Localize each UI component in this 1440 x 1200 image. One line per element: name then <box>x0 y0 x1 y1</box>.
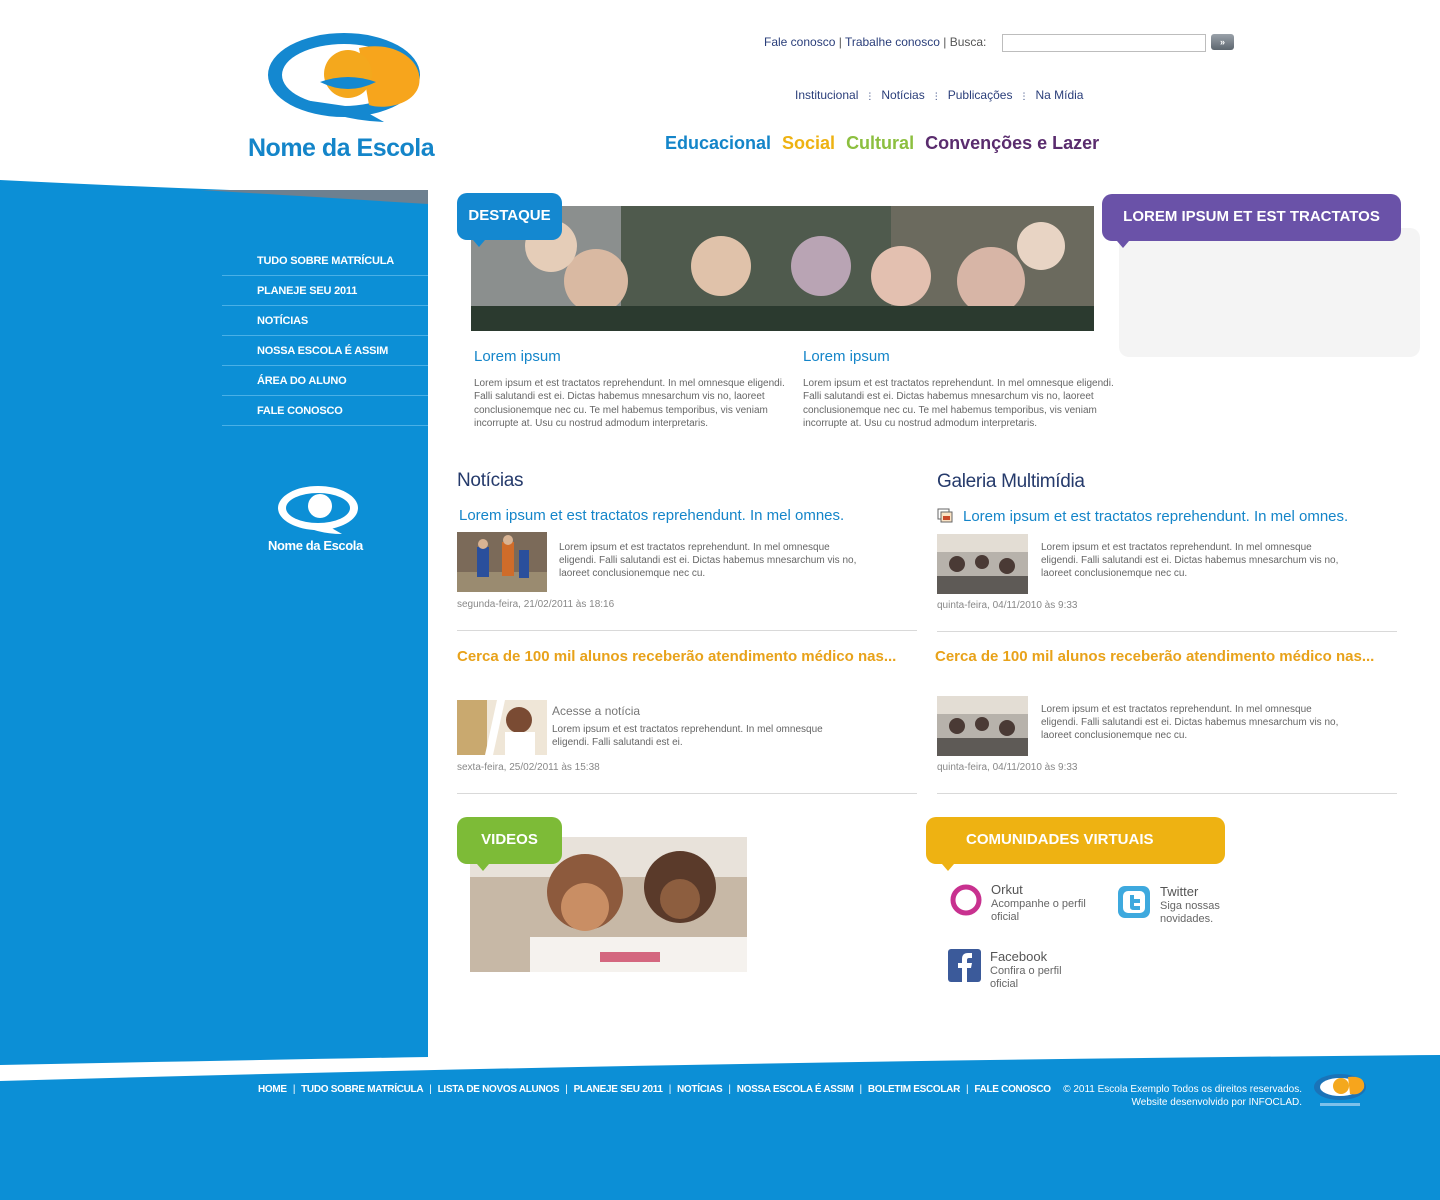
footer-wave-decoration <box>0 1055 1440 1081</box>
footer-link-nossa-escola[interactable]: NOSSA ESCOLA É ASSIM <box>737 1084 854 1095</box>
side-box-tab: LOREM IPSUM ET EST TRACTATOS <box>1102 194 1401 241</box>
galeria-item-2-date: quinta-feira, 04/11/2010 às 9:33 <box>937 762 1078 773</box>
side-content-box <box>1119 228 1420 357</box>
noticias-divider <box>457 630 917 631</box>
destaque-item-1-title[interactable]: Lorem ipsum <box>474 348 561 365</box>
category-cultural[interactable]: Cultural <box>846 133 914 153</box>
copyright: © 2011 Escola Exemplo Todos os direitos … <box>1010 1083 1302 1109</box>
category-convencoes-lazer[interactable]: Convenções e Lazer <box>925 133 1099 153</box>
comunidades-tab-pointer <box>942 864 954 871</box>
fale-conosco-link[interactable]: Fale conosco <box>764 35 835 49</box>
logo-speech-bubble-icon <box>268 33 420 122</box>
nav-separator: ⋮ <box>931 91 941 101</box>
footer-link-matricula[interactable]: TUDO SOBRE MATRÍCULA <box>301 1084 423 1095</box>
footer-link-novos-alunos[interactable]: LISTA DE NOVOS ALUNOS <box>438 1084 560 1095</box>
nav-noticias[interactable]: Notícias <box>881 88 924 102</box>
orkut-subtitle: Acompanhe o perfil oficial <box>991 898 1086 923</box>
sidebar-item-noticias[interactable]: NOTÍCIAS <box>222 306 428 336</box>
sidebar-item-planeje[interactable]: PLANEJE SEU 2011 <box>222 276 428 306</box>
galeria-heading: Galeria Multimídia <box>937 471 1085 492</box>
galeria-item-2-text: Lorem ipsum et est tractatos reprehendun… <box>1041 704 1339 741</box>
twitter-icon[interactable] <box>1117 885 1151 919</box>
destaque-tab-pointer <box>473 240 485 247</box>
noticias-item-1-thumbnail[interactable] <box>457 532 547 592</box>
comunidades-tab: COMUNIDADES VIRTUAIS <box>926 817 1225 864</box>
noticias-heading: Notícias <box>457 470 524 491</box>
galeria-divider <box>937 631 1397 632</box>
nav-institucional[interactable]: Institucional <box>795 88 858 102</box>
noticias-divider <box>457 793 917 794</box>
copyright-line-1: © 2011 Escola Exemplo Todos os direitos … <box>1063 1084 1302 1095</box>
destaque-item-2-text: Lorem ipsum et est tractatos reprehendun… <box>803 378 1114 429</box>
twitter-subtitle: Siga nossas novidades. <box>1160 900 1220 925</box>
gallery-icon <box>937 508 953 523</box>
noticias-item-1-text: Lorem ipsum et est tractatos reprehendun… <box>559 542 857 579</box>
sidebar-logo: Nome da Escola <box>266 484 376 556</box>
galeria-item-1-text: Lorem ipsum et est tractatos reprehendun… <box>1041 542 1339 579</box>
orkut-name[interactable]: Orkut <box>991 882 1023 897</box>
sidebar-item-fale-conosco[interactable]: FALE CONOSCO <box>222 396 428 426</box>
side-box-tab-pointer <box>1117 241 1129 248</box>
search-label: Busca: <box>949 35 987 49</box>
galeria-item-1-date: quinta-feira, 04/11/2010 às 9:33 <box>937 600 1078 611</box>
galeria-item-2-title[interactable]: Cerca de 100 mil alunos receberão atendi… <box>935 646 1395 668</box>
footer-nav: HOME | TUDO SOBRE MATRÍCULA | LISTA DE NOVOS… <box>258 1084 1051 1095</box>
noticias-item-2-text: Lorem ipsum et est tractatos reprehendun… <box>552 724 823 748</box>
nav-publicacoes[interactable]: Publicações <box>948 88 1013 102</box>
sidebar-item-matricula[interactable]: TUDO SOBRE MATRÍCULA <box>222 246 428 276</box>
copyright-line-2: Website desenvolvido por INFOCLAD. <box>1131 1097 1302 1108</box>
category-social[interactable]: Social <box>782 133 835 153</box>
sidebar-menu: TUDO SOBRE MATRÍCULA PLANEJE SEU 2011 NO… <box>222 246 428 426</box>
galeria-item-2-thumbnail[interactable] <box>937 696 1028 756</box>
footer-logo-icon[interactable] <box>1312 1072 1368 1110</box>
destaque-item-2-title[interactable]: Lorem ipsum <box>803 348 890 365</box>
nav-separator: ⋮ <box>1019 91 1029 101</box>
sidebar-item-nossa-escola[interactable]: NOSSA ESCOLA É ASSIM <box>222 336 428 366</box>
galeria-item-1-title[interactable]: Lorem ipsum et est tractatos reprehendun… <box>963 508 1348 525</box>
noticias-item-1-title[interactable]: Lorem ipsum et est tractatos reprehendun… <box>459 507 844 524</box>
category-educacional[interactable]: Educacional <box>665 133 771 153</box>
nav-separator: ⋮ <box>865 91 875 101</box>
logo-text: Nome da Escola <box>248 134 435 162</box>
twitter-name[interactable]: Twitter <box>1160 884 1198 899</box>
search-input[interactable] <box>1002 34 1206 52</box>
galeria-divider <box>937 793 1397 794</box>
destaque-photo[interactable] <box>471 206 1094 331</box>
facebook-name[interactable]: Facebook <box>990 949 1047 964</box>
category-nav: Educacional Social Cultural Convenções e La… <box>665 133 1110 154</box>
footer-link-boletim[interactable]: BOLETIM ESCOLAR <box>868 1084 960 1095</box>
orkut-icon[interactable] <box>949 883 983 917</box>
videos-tab-pointer <box>477 864 489 871</box>
facebook-subtitle: Confira o perfil oficial <box>990 965 1062 990</box>
destaque-item-1-text: Lorem ipsum et est tractatos reprehendun… <box>474 378 785 429</box>
noticias-item-2-date: sexta-feira, 25/02/2011 às 15:38 <box>457 762 600 773</box>
facebook-icon[interactable] <box>948 949 981 982</box>
search-button[interactable]: » <box>1211 34 1234 50</box>
noticias-item-2-access-link[interactable]: Acesse a notícia <box>552 704 640 718</box>
sidebar-wave-decoration <box>0 178 428 204</box>
noticias-item-2-title[interactable]: Cerca de 100 mil alunos receberão atendi… <box>457 646 917 668</box>
noticias-item-2-thumbnail[interactable] <box>457 700 547 755</box>
nav-na-midia[interactable]: Na Mídia <box>1035 88 1083 102</box>
footer-link-planeje[interactable]: PLANEJE SEU 2011 <box>574 1084 663 1095</box>
logo-white-icon <box>278 486 358 534</box>
videos-tab: VIDEOS <box>457 817 562 864</box>
footer-link-home[interactable]: HOME <box>258 1084 287 1095</box>
trabalhe-conosco-link[interactable]: Trabalhe conosco <box>845 35 940 49</box>
destaque-tab: DESTAQUE <box>457 193 562 240</box>
galeria-item-1-thumbnail[interactable] <box>937 534 1028 594</box>
site-logo[interactable]: Nome da Escola <box>248 30 448 170</box>
noticias-item-1-date: segunda-feira, 21/02/2011 às 18:16 <box>457 599 615 610</box>
top-links: Fale conosco | Trabalhe conosco | Busca: <box>764 35 987 49</box>
footer-link-noticias[interactable]: NOTÍCIAS <box>677 1084 723 1095</box>
institutional-nav: Institucional ⋮ Notícias ⋮ Publicações ⋮ Na Mí… <box>795 88 1083 102</box>
sidebar-logo-text: Nome da Escola <box>268 538 363 553</box>
sidebar-item-area-aluno[interactable]: ÁREA DO ALUNO <box>222 366 428 396</box>
